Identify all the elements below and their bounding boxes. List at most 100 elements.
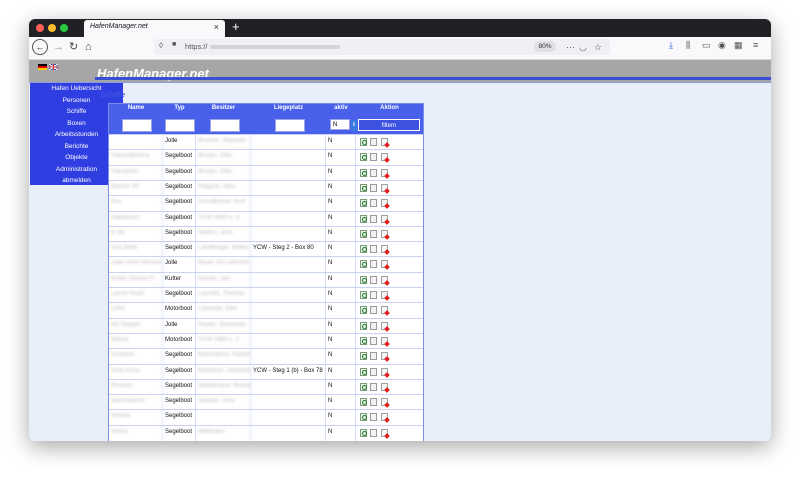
edit-icon[interactable] <box>370 199 377 208</box>
sidebar-toggle-icon[interactable]: ▭ <box>702 40 711 51</box>
url-bar[interactable]: ◊ ■ https:// 80% ··· ◡ ☆ <box>154 39 610 55</box>
delete-icon[interactable] <box>381 229 388 238</box>
view-icon[interactable] <box>360 153 367 162</box>
view-icon[interactable] <box>360 382 367 391</box>
uk-flag-icon[interactable] <box>49 64 58 70</box>
zoom-level-badge[interactable]: 80% <box>534 41 556 52</box>
delete-icon[interactable] <box>381 214 388 223</box>
edit-icon[interactable] <box>370 336 377 345</box>
view-icon[interactable] <box>360 352 367 361</box>
view-icon[interactable] <box>360 306 367 315</box>
column-header-name[interactable]: Name <box>109 105 163 111</box>
menu-icon[interactable]: ≡ <box>753 40 758 50</box>
cell-liegeplatz <box>251 318 326 334</box>
view-icon[interactable] <box>360 183 367 192</box>
delete-icon[interactable] <box>381 367 388 376</box>
view-icon[interactable] <box>360 367 367 376</box>
edit-icon[interactable] <box>370 153 377 162</box>
view-icon[interactable] <box>360 291 367 299</box>
edit-icon[interactable] <box>370 183 377 192</box>
active-tab[interactable]: HafenManager.net × <box>84 20 225 37</box>
view-icon[interactable] <box>360 260 367 269</box>
edit-icon[interactable] <box>370 382 377 391</box>
zoom-window-dot[interactable] <box>60 24 68 32</box>
view-icon[interactable] <box>360 168 367 177</box>
delete-icon[interactable] <box>381 260 388 269</box>
edit-icon[interactable] <box>370 275 377 284</box>
column-header-besitzer[interactable]: Besitzer <box>196 105 251 111</box>
extensions-icon[interactable]: ▦ <box>734 40 743 51</box>
forward-icon[interactable]: → <box>53 40 64 54</box>
edit-icon[interactable] <box>370 321 377 330</box>
delete-icon[interactable] <box>381 183 388 192</box>
delete-icon[interactable] <box>381 336 388 345</box>
german-flag-icon[interactable] <box>38 64 47 70</box>
bookmark-star-icon[interactable]: ☆ <box>594 42 602 53</box>
view-icon[interactable] <box>360 275 367 284</box>
tab-close-icon[interactable]: × <box>214 22 219 32</box>
view-icon[interactable] <box>360 138 367 146</box>
delete-icon[interactable] <box>381 275 388 284</box>
delete-icon[interactable] <box>381 428 388 437</box>
edit-icon[interactable] <box>370 260 377 269</box>
view-icon[interactable] <box>360 199 367 208</box>
delete-icon[interactable] <box>381 321 388 330</box>
delete-icon[interactable] <box>381 291 388 299</box>
edit-icon[interactable] <box>370 306 377 315</box>
edit-icon[interactable] <box>370 138 377 146</box>
edit-icon[interactable] <box>370 245 377 254</box>
table-row: Oma Anna Segelboot Bierbaum, Sebastian YCW … <box>109 363 423 380</box>
filter-besitzer-input[interactable] <box>210 119 240 132</box>
minimize-window-dot[interactable] <box>48 24 56 32</box>
edit-icon[interactable] <box>370 367 377 376</box>
delete-icon[interactable] <box>381 398 388 407</box>
view-icon[interactable] <box>360 336 367 345</box>
account-icon[interactable]: ◉ <box>718 40 726 51</box>
view-icon[interactable] <box>360 321 367 330</box>
edit-icon[interactable] <box>370 214 377 223</box>
delete-icon[interactable] <box>381 138 388 146</box>
edit-icon[interactable] <box>370 168 377 177</box>
view-icon[interactable] <box>360 229 367 238</box>
column-header-aktiv[interactable]: aktiv <box>326 105 356 111</box>
column-header-liegeplatz[interactable]: Liegeplatz <box>251 105 326 111</box>
delete-icon[interactable] <box>381 352 388 361</box>
edit-icon[interactable] <box>370 291 377 299</box>
table-row: Jade ohne Hemmer Jolle Bauer, Eli Lebrecht… <box>109 256 423 273</box>
delete-icon[interactable] <box>381 168 388 177</box>
delete-icon[interactable] <box>381 413 388 422</box>
view-icon[interactable] <box>360 413 367 422</box>
lock-icon[interactable]: ■ <box>172 41 176 48</box>
shield-icon[interactable]: ◊ <box>159 41 163 50</box>
downloads-icon[interactable]: ⤓ <box>669 40 673 51</box>
view-icon[interactable] <box>360 398 367 407</box>
library-icon[interactable]: ⫼ <box>686 40 690 51</box>
edit-icon[interactable] <box>370 229 377 238</box>
home-icon[interactable]: ⌂ <box>85 40 92 54</box>
filter-liegeplatz-input[interactable] <box>275 119 305 132</box>
close-window-dot[interactable] <box>36 24 44 32</box>
reload-icon[interactable]: ↻ <box>69 40 78 54</box>
edit-icon[interactable] <box>370 413 377 422</box>
delete-icon[interactable] <box>381 245 388 254</box>
delete-icon[interactable] <box>381 306 388 315</box>
edit-icon[interactable] <box>370 352 377 361</box>
filter-button[interactable]: filtern <box>358 119 420 131</box>
delete-icon[interactable] <box>381 382 388 391</box>
page-actions-icon[interactable]: ··· <box>566 42 575 52</box>
filter-aktiv-select[interactable]: N ⇕ <box>330 119 357 131</box>
column-header-typ[interactable]: Typ <box>163 105 196 111</box>
filter-name-input[interactable] <box>122 119 152 132</box>
back-icon[interactable]: ← <box>32 39 48 55</box>
pocket-icon[interactable]: ◡ <box>579 42 587 53</box>
view-icon[interactable] <box>360 245 367 254</box>
delete-icon[interactable] <box>381 199 388 208</box>
view-icon[interactable] <box>360 214 367 223</box>
view-icon[interactable] <box>360 428 367 437</box>
filter-typ-input[interactable] <box>165 119 195 132</box>
edit-icon[interactable] <box>370 398 377 407</box>
new-tab-icon[interactable]: + <box>232 19 240 34</box>
edit-icon[interactable] <box>370 428 377 437</box>
delete-icon[interactable] <box>381 153 388 162</box>
cell-aktiv: N <box>326 410 356 426</box>
